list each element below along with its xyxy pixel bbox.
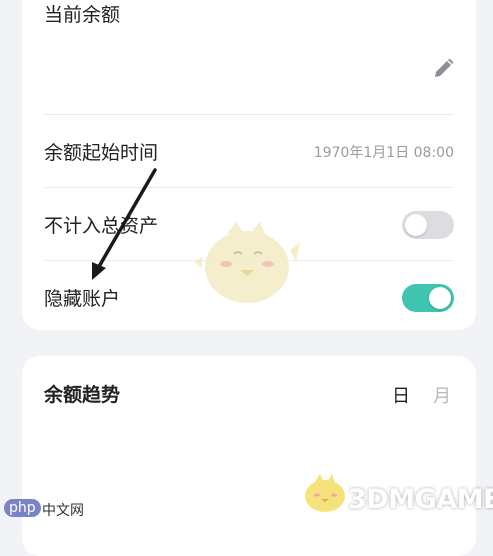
- segment-day[interactable]: 日: [392, 382, 410, 408]
- start-time-label: 余额起始时间: [44, 142, 159, 164]
- current-balance-label: 当前余额: [44, 4, 121, 26]
- toggle-knob: [429, 286, 451, 309]
- start-time-value: 1970年1月1日 08:00: [313, 144, 454, 161]
- php-site-text: 中文网: [42, 503, 84, 519]
- php-badge-logo: php: [4, 499, 41, 517]
- segment-month[interactable]: 月: [433, 382, 451, 408]
- exclude-total-assets-toggle[interactable]: [402, 210, 454, 239]
- mascot-logo-small: [305, 474, 345, 512]
- start-time-row[interactable]: 余额起始时间 1970年1月1日 08:00: [44, 114, 454, 188]
- toggle-knob: [405, 213, 427, 236]
- 3dmgame-logo: 3DMGAME: [348, 484, 493, 515]
- hide-account-label: 隐藏账户: [44, 288, 121, 310]
- balance-trend-title: 余额趋势: [44, 384, 121, 406]
- pencil-icon[interactable]: [430, 56, 456, 82]
- exclude-total-assets-label: 不计入总资产: [44, 215, 159, 237]
- mascot-watermark: [194, 222, 300, 303]
- hide-account-toggle[interactable]: [402, 283, 454, 312]
- balance-trend-card: 余额趋势 日 月: [22, 356, 476, 556]
